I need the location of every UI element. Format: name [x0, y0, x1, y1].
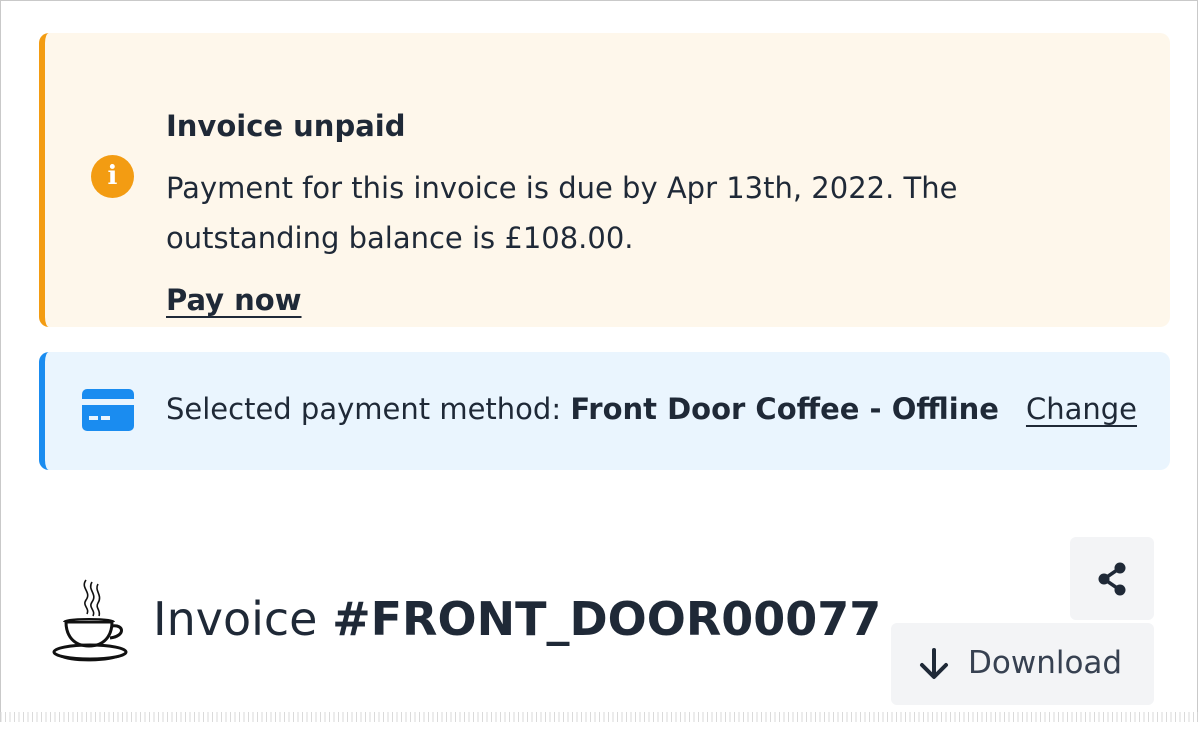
coffee-cup-logo [52, 578, 132, 667]
payment-method-text: Selected payment method: Front Door Coff… [166, 392, 999, 426]
info-icon: i [91, 155, 134, 198]
credit-card-icon [82, 389, 134, 435]
invoice-unpaid-alert: i Invoice unpaid Payment for this invoic… [39, 33, 1170, 327]
invoice-title: Invoice #FRONT_DOOR00077 [153, 592, 881, 646]
payment-method-alert: Selected payment method: Front Door Coff… [39, 352, 1170, 470]
arrow-down-icon [920, 648, 948, 679]
download-button[interactable]: Download [891, 623, 1154, 705]
share-icon [1098, 562, 1126, 596]
change-payment-link[interactable]: Change [1026, 392, 1137, 426]
payment-method-label: Selected payment method: [166, 392, 562, 426]
invoice-number: #FRONT_DOOR00077 [332, 592, 882, 646]
share-button[interactable] [1070, 537, 1154, 620]
page-bottom [0, 722, 1198, 739]
invoice-title-prefix: Invoice [153, 592, 318, 646]
download-label: Download [968, 645, 1123, 681]
alert-title: Invoice unpaid [166, 109, 406, 143]
pay-now-link[interactable]: Pay now [166, 283, 302, 317]
payment-method-value: Front Door Coffee - Offline [570, 392, 999, 426]
alert-message: Payment for this invoice is due by Apr 1… [166, 171, 958, 255]
